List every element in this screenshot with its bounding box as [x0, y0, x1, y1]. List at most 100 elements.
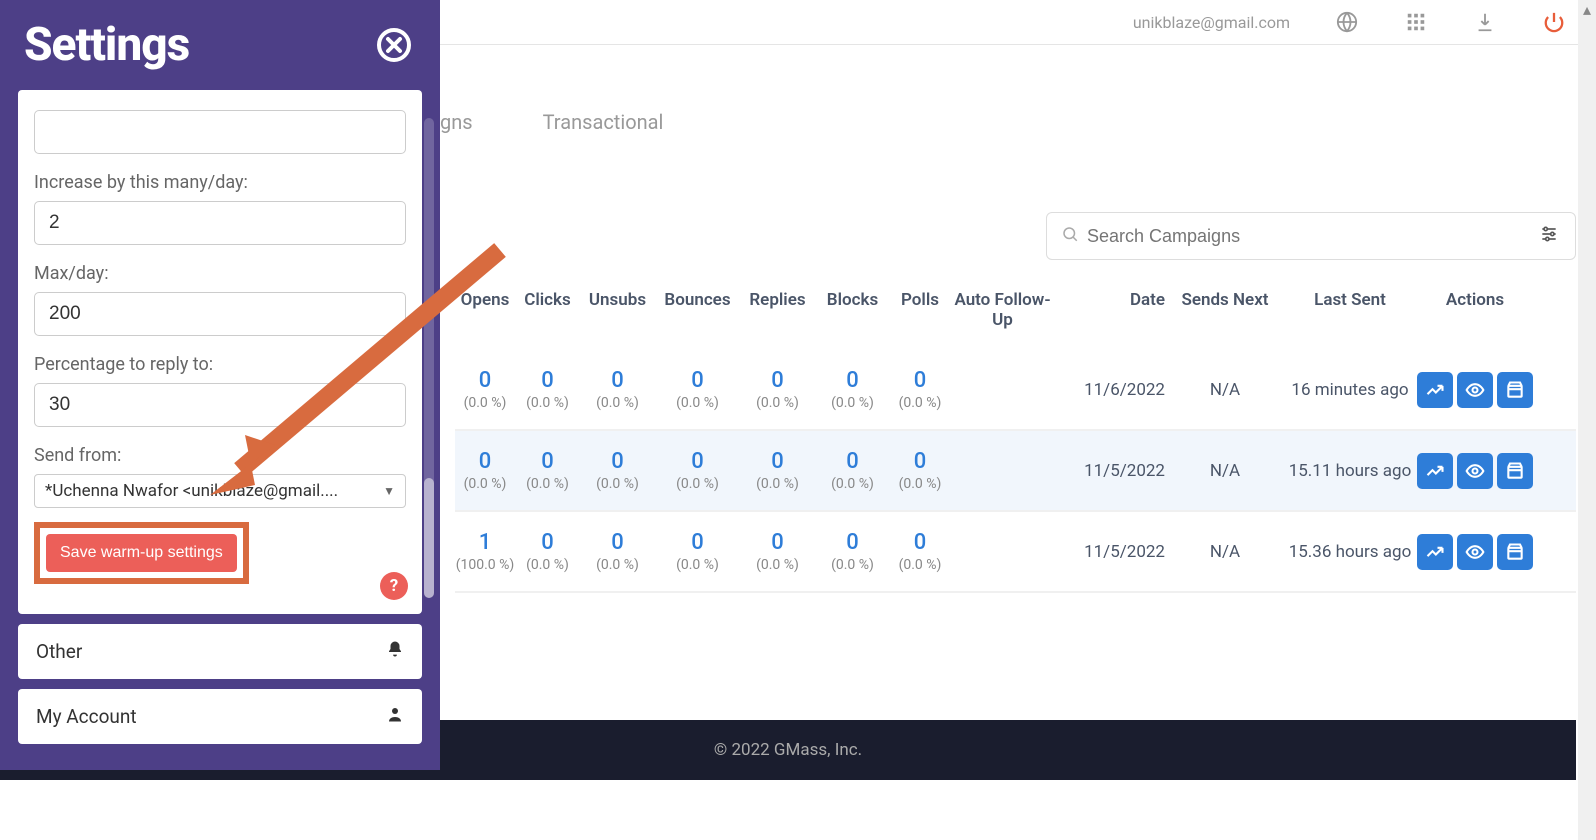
settings-body: Increase by this many/day: Max/day: Perc…: [18, 90, 422, 614]
cell-unsubs[interactable]: 0(0.0 %): [580, 368, 655, 411]
from-select-value: *Uchenna Nwafor <unikblaze@gmail....: [45, 481, 338, 501]
cell-sends-next: N/A: [1165, 542, 1285, 562]
accordion-other[interactable]: Other: [18, 624, 422, 679]
col-lastsent[interactable]: Last Sent: [1285, 290, 1415, 330]
top-field[interactable]: [34, 110, 406, 154]
cell-opens[interactable]: 0(0.0 %): [455, 449, 515, 492]
col-date[interactable]: Date: [1055, 290, 1165, 330]
accordion-account-label: My Account: [36, 705, 137, 728]
cell-replies[interactable]: 0(0.0 %): [740, 449, 815, 492]
grid-icon[interactable]: [1404, 10, 1428, 34]
globe-icon[interactable]: [1335, 10, 1359, 34]
cell-unsubs[interactable]: 0(0.0 %): [580, 530, 655, 573]
cell-blocks[interactable]: 0(0.0 %): [815, 368, 890, 411]
cell-polls[interactable]: 0(0.0 %): [890, 449, 950, 492]
cell-replies[interactable]: 0(0.0 %): [740, 530, 815, 573]
table-header: Opens Clicks Unsubs Bounces Replies Bloc…: [455, 280, 1576, 350]
col-actions: Actions: [1415, 290, 1535, 330]
col-polls[interactable]: Polls: [890, 290, 950, 330]
user-email: unikblaze@gmail.com: [1133, 13, 1290, 32]
view-action-icon[interactable]: [1457, 372, 1493, 408]
cell-date: 11/5/2022: [1055, 461, 1165, 481]
cell-bounces[interactable]: 0(0.0 %): [655, 368, 740, 411]
search-icon: [1061, 225, 1079, 247]
stats-action-icon[interactable]: [1417, 534, 1453, 570]
archive-action-icon[interactable]: [1497, 372, 1533, 408]
copyright: © 2022 GMass, Inc.: [714, 740, 862, 760]
cell-date: 11/6/2022: [1055, 380, 1165, 400]
col-blocks[interactable]: Blocks: [815, 290, 890, 330]
cell-actions: [1415, 534, 1535, 570]
tab-campaigns[interactable]: gns: [440, 90, 473, 154]
cell-actions: [1415, 372, 1535, 408]
panel-scrollbar-thumb[interactable]: [424, 478, 434, 598]
tab-transactional[interactable]: Transactional: [543, 90, 664, 154]
col-clicks[interactable]: Clicks: [515, 290, 580, 330]
cell-replies[interactable]: 0(0.0 %): [740, 368, 815, 411]
cell-sends-next: N/A: [1165, 380, 1285, 400]
cell-bounces[interactable]: 0(0.0 %): [655, 449, 740, 492]
cell-opens[interactable]: 0(0.0 %): [455, 368, 515, 411]
search-box[interactable]: [1046, 212, 1576, 260]
view-action-icon[interactable]: [1457, 453, 1493, 489]
accordion-account[interactable]: My Account: [18, 689, 422, 744]
table-row: 1(100.0 %)0(0.0 %)0(0.0 %)0(0.0 %)0(0.0 …: [455, 512, 1576, 593]
cell-last-sent: 16 minutes ago: [1285, 380, 1415, 400]
scroll-up-icon[interactable]: ▴: [1578, 0, 1596, 18]
col-replies[interactable]: Replies: [740, 290, 815, 330]
view-action-icon[interactable]: [1457, 534, 1493, 570]
chevron-down-icon: ▼: [383, 484, 395, 498]
archive-action-icon[interactable]: [1497, 534, 1533, 570]
settings-panel: Settings Increase by this many/day: Max/…: [0, 0, 440, 770]
col-sends[interactable]: Sends Next: [1165, 290, 1285, 330]
search-input[interactable]: [1087, 226, 1527, 247]
campaigns-table: Opens Clicks Unsubs Bounces Replies Bloc…: [455, 280, 1576, 593]
max-label: Max/day:: [34, 263, 406, 284]
settings-title: Settings: [24, 18, 189, 72]
increase-input[interactable]: [34, 201, 406, 245]
col-opens[interactable]: Opens: [455, 290, 515, 330]
download-icon[interactable]: [1473, 10, 1497, 34]
bell-icon: [386, 640, 404, 663]
cell-clicks[interactable]: 0(0.0 %): [515, 368, 580, 411]
cell-clicks[interactable]: 0(0.0 %): [515, 530, 580, 573]
help-icon[interactable]: ?: [380, 572, 408, 600]
tab-bar: gns Transactional: [440, 90, 663, 154]
increase-label: Increase by this many/day:: [34, 172, 406, 193]
cell-polls[interactable]: 0(0.0 %): [890, 368, 950, 411]
close-button[interactable]: [376, 27, 412, 63]
cell-opens[interactable]: 1(100.0 %): [455, 530, 515, 573]
user-icon: [386, 705, 404, 728]
save-warmup-button[interactable]: Save warm-up settings: [46, 534, 237, 572]
pct-input[interactable]: [34, 383, 406, 427]
cell-actions: [1415, 453, 1535, 489]
from-select[interactable]: *Uchenna Nwafor <unikblaze@gmail.... ▼: [34, 474, 406, 508]
page-scrollbar[interactable]: ▴: [1578, 0, 1596, 840]
cell-blocks[interactable]: 0(0.0 %): [815, 449, 890, 492]
cell-last-sent: 15.36 hours ago: [1285, 542, 1415, 562]
archive-action-icon[interactable]: [1497, 453, 1533, 489]
col-unsubs[interactable]: Unsubs: [580, 290, 655, 330]
cell-bounces[interactable]: 0(0.0 %): [655, 530, 740, 573]
cell-last-sent: 15.11 hours ago: [1285, 461, 1415, 481]
max-input[interactable]: [34, 292, 406, 336]
cell-polls[interactable]: 0(0.0 %): [890, 530, 950, 573]
pct-label: Percentage to reply to:: [34, 354, 406, 375]
power-icon[interactable]: [1542, 10, 1566, 34]
cell-blocks[interactable]: 0(0.0 %): [815, 530, 890, 573]
stats-action-icon[interactable]: [1417, 453, 1453, 489]
from-label: Send from:: [34, 445, 406, 466]
accordion-other-label: Other: [36, 640, 82, 663]
cell-sends-next: N/A: [1165, 461, 1285, 481]
cell-date: 11/5/2022: [1055, 542, 1165, 562]
stats-action-icon[interactable]: [1417, 372, 1453, 408]
table-row: 0(0.0 %)0(0.0 %)0(0.0 %)0(0.0 %)0(0.0 %)…: [455, 350, 1576, 431]
table-row: 0(0.0 %)0(0.0 %)0(0.0 %)0(0.0 %)0(0.0 %)…: [455, 431, 1576, 512]
filter-icon[interactable]: [1539, 224, 1561, 248]
col-bounces[interactable]: Bounces: [655, 290, 740, 330]
annotation-highlight: Save warm-up settings: [34, 522, 249, 584]
col-followup[interactable]: Auto Follow-Up: [950, 290, 1055, 330]
cell-clicks[interactable]: 0(0.0 %): [515, 449, 580, 492]
panel-scrollbar[interactable]: [424, 118, 434, 598]
cell-unsubs[interactable]: 0(0.0 %): [580, 449, 655, 492]
